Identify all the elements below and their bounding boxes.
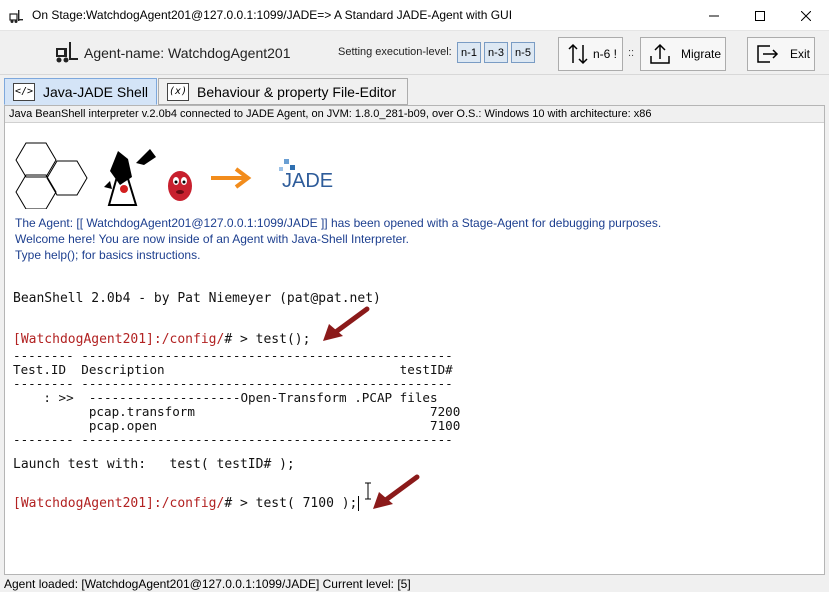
level-n5-button[interactable]: n-5: [511, 42, 535, 63]
minimize-button[interactable]: [691, 0, 737, 31]
toolbar-separator: ::: [628, 47, 635, 59]
maximize-button[interactable]: [737, 0, 783, 31]
exit-button[interactable]: Exit: [747, 37, 815, 71]
jade-logo-text: JADE: [282, 170, 333, 192]
tab-label: Java-JADE Shell: [43, 83, 149, 100]
variable-icon: (x): [167, 82, 189, 101]
migrate-label: Migrate: [681, 47, 722, 61]
tab-strip: </> Java-JADE Shell (x) Behaviour & prop…: [0, 75, 829, 106]
tab-java-jade-shell[interactable]: </> Java-JADE Shell: [4, 78, 157, 105]
tab-behaviour-file-editor[interactable]: (x) Behaviour & property File-Editor: [158, 78, 408, 105]
duke-mascot-icon: [104, 149, 156, 206]
tab-label: Behaviour & property File-Editor: [197, 83, 397, 100]
upload-arrow-icon: [650, 43, 670, 64]
exit-label: Exit: [790, 47, 811, 61]
launch-instruction: Launch test with: test( testID# );: [13, 457, 295, 472]
table-row: pcap.open 7100: [13, 418, 461, 433]
table-line: -------- -------------------------------…: [13, 376, 453, 391]
beanshell-bean-icon: [168, 171, 192, 201]
welcome-line-2: Welcome here! You are now inside of an A…: [15, 232, 410, 246]
agent-name-label: Agent-name: WatchdogAgent201: [84, 45, 291, 61]
close-icon: [801, 10, 811, 21]
status-bar: Agent loaded: [WatchdogAgent201@127.0.0.…: [0, 576, 829, 592]
interpreter-header: Java BeanShell interpreter v.2.0b4 conne…: [5, 106, 824, 123]
command-line-2[interactable]: [WatchdogAgent201]:/config/# > test( 710…: [13, 496, 360, 511]
prompt-path: [WatchdogAgent201]:/config/: [13, 496, 225, 511]
level-n6-label: n-6 !: [593, 47, 618, 61]
migrate-button[interactable]: Migrate: [640, 37, 726, 71]
table-line: -------- -------------------------------…: [13, 348, 453, 363]
shell-panel[interactable]: Java BeanShell interpreter v.2.0b4 conne…: [4, 105, 825, 575]
table-row: : >> --------------------Open-Transform …: [13, 390, 438, 405]
command-line-1: [WatchdogAgent201]:/config/# > test();: [13, 332, 310, 347]
minimize-icon: [709, 15, 719, 16]
prompt-path: [WatchdogAgent201]:/config/: [13, 332, 225, 347]
command-text: # > test();: [224, 332, 311, 347]
annotation-arrow-icon: [373, 474, 420, 509]
title-bar: On Stage:WatchdogAgent201@127.0.0.1:1099…: [0, 0, 829, 31]
annotation-arrow-icon: [323, 306, 370, 341]
command-input-text[interactable]: # > test( 7100 );: [224, 496, 357, 511]
text-cursor: [358, 496, 360, 511]
level-n6-button[interactable]: n-6 !: [558, 37, 623, 71]
exit-icon: [757, 45, 779, 63]
maximize-icon: [755, 10, 765, 21]
welcome-line-1: The Agent: [[ WatchdogAgent201@127.0.0.1…: [15, 216, 662, 230]
level-n1-button[interactable]: n-1: [457, 42, 481, 63]
close-button[interactable]: [783, 0, 829, 31]
forklift-agent-icon: [56, 42, 78, 63]
code-icon: </>: [13, 82, 35, 101]
level-n3-button[interactable]: n-3: [484, 42, 508, 63]
swap-arrows-icon: [568, 43, 588, 65]
table-row: pcap.transform 7200: [13, 404, 461, 419]
hexagon-logo: [15, 142, 88, 209]
test-table: -------- -------------------------------…: [13, 349, 460, 447]
forklift-icon: [9, 10, 23, 23]
table-header: Test.ID Description testID#: [13, 362, 453, 377]
welcome-line-3: Type help(); for basics instructions.: [15, 248, 201, 262]
right-arrow-icon: [211, 167, 252, 189]
jade-logo: JADE: [279, 159, 333, 192]
execution-level-label: Setting execution-level:: [338, 46, 452, 58]
agent-toolbar: Agent-name: WatchdogAgent201 Setting exe…: [0, 31, 829, 75]
logos-banner: JADE: [15, 142, 333, 209]
window-title: On Stage:WatchdogAgent201@127.0.0.1:1099…: [32, 8, 513, 22]
table-line: -------- -------------------------------…: [13, 432, 453, 447]
